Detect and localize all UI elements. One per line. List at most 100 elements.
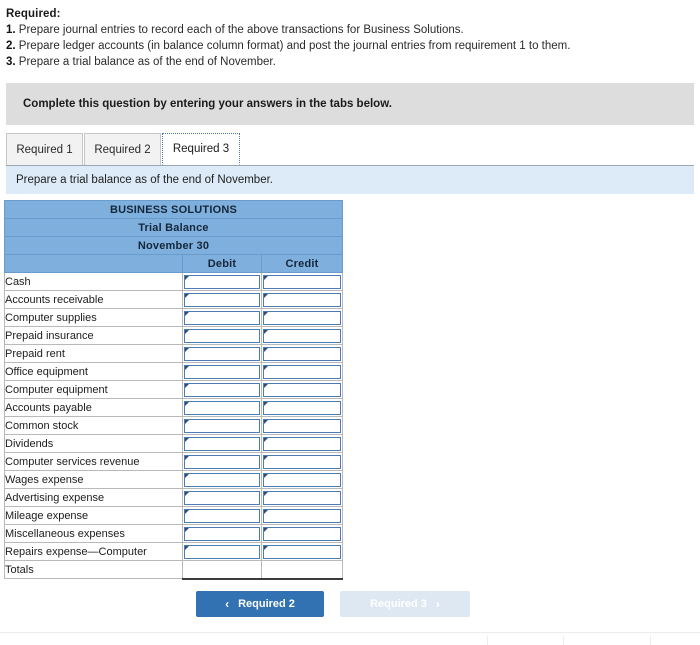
table-row: Accounts payable — [4, 398, 343, 417]
debit-entry-cell[interactable] — [182, 506, 262, 525]
credit-entry-cell[interactable] — [261, 524, 343, 543]
next-required-3-label: Required 3 — [370, 598, 427, 610]
debit-entry-cell[interactable] — [182, 290, 262, 309]
prev-required-2-button[interactable]: ‹ Required 2 — [196, 591, 324, 617]
debit-entry-cell[interactable] — [182, 434, 262, 453]
credit-entry-cell[interactable] — [261, 416, 343, 435]
tab-required-3[interactable]: Required 3 — [162, 133, 240, 165]
credit-entry-cell[interactable] — [261, 272, 343, 291]
account-name-cell: Computer supplies — [4, 308, 183, 327]
debit-entry-cell[interactable] — [182, 308, 262, 327]
credit-input[interactable] — [263, 472, 341, 487]
debit-entry-cell[interactable] — [182, 416, 262, 435]
credit-input[interactable] — [263, 274, 341, 289]
sub-instruction-bar: Prepare a trial balance as of the end of… — [6, 166, 694, 194]
navigation-row: ‹ Required 2 Required 3 › — [0, 591, 700, 617]
debit-input[interactable] — [184, 508, 260, 523]
credit-entry-cell[interactable] — [261, 362, 343, 381]
debit-entry-cell[interactable] — [182, 542, 262, 561]
credit-input[interactable] — [263, 490, 341, 505]
debit-entry-cell[interactable] — [182, 380, 262, 399]
debit-entry-cell[interactable] — [182, 362, 262, 381]
credit-entry-cell[interactable] — [261, 434, 343, 453]
debit-input[interactable] — [184, 292, 260, 307]
requirement-text-1: Prepare journal entries to record each o… — [18, 24, 464, 36]
debit-input[interactable] — [184, 328, 260, 343]
debit-entry-cell[interactable] — [182, 398, 262, 417]
credit-input[interactable] — [263, 364, 341, 379]
debit-input[interactable] — [184, 346, 260, 361]
table-row: Prepaid rent — [4, 344, 343, 363]
debit-input[interactable] — [184, 526, 260, 541]
statement-name-cell: Trial Balance — [4, 218, 343, 237]
account-name-cell: Wages expense — [4, 470, 183, 489]
debit-input[interactable] — [184, 310, 260, 325]
table-row: Wages expense — [4, 470, 343, 489]
credit-entry-cell[interactable] — [261, 308, 343, 327]
table-row: Computer supplies — [4, 308, 343, 327]
debit-entry-cell[interactable] — [182, 524, 262, 543]
requirements-heading: Required: — [6, 8, 61, 20]
requirement-number-3: 3. — [6, 56, 16, 68]
credit-input[interactable] — [263, 526, 341, 541]
debit-input[interactable] — [184, 472, 260, 487]
requirements-block: Required: 1. Prepare journal entries to … — [0, 0, 700, 70]
debit-input[interactable] — [184, 418, 260, 433]
debit-input[interactable] — [184, 274, 260, 289]
credit-input[interactable] — [263, 292, 341, 307]
debit-entry-cell[interactable] — [182, 488, 262, 507]
table-row: Advertising expense — [4, 488, 343, 507]
debit-input[interactable] — [184, 544, 260, 559]
debit-entry-cell[interactable] — [182, 326, 262, 345]
tab-required-1-label: Required 1 — [16, 143, 73, 156]
trial-balance-container: BUSINESS SOLUTIONS Trial Balance Novembe… — [4, 200, 343, 580]
tab-strip: Required 1 Required 2 Required 3 — [6, 133, 694, 166]
credit-input[interactable] — [263, 436, 341, 451]
debit-input[interactable] — [184, 382, 260, 397]
debit-entry-cell[interactable] — [182, 470, 262, 489]
requirement-number-2: 2. — [6, 40, 16, 52]
requirement-text-3: Prepare a trial balance as of the end of… — [18, 56, 276, 68]
sub-instruction-text: Prepare a trial balance as of the end of… — [16, 174, 273, 186]
credit-input[interactable] — [263, 328, 341, 343]
credit-entry-cell[interactable] — [261, 380, 343, 399]
credit-entry-cell[interactable] — [261, 506, 343, 525]
credit-input[interactable] — [263, 454, 341, 469]
requirement-item-1: 1. Prepare journal entries to record eac… — [6, 23, 694, 38]
table-row: Cash — [4, 272, 343, 291]
debit-input[interactable] — [184, 490, 260, 505]
chevron-right-icon: › — [435, 597, 440, 611]
credit-entry-cell[interactable] — [261, 542, 343, 561]
credit-entry-cell[interactable] — [261, 452, 343, 471]
credit-input[interactable] — [263, 400, 341, 415]
credit-column-header: Credit — [261, 254, 343, 273]
credit-input[interactable] — [263, 418, 341, 433]
table-row: Prepaid insurance — [4, 326, 343, 345]
account-name-cell: Dividends — [4, 434, 183, 453]
debit-input[interactable] — [184, 364, 260, 379]
debit-entry-cell[interactable] — [182, 344, 262, 363]
tab-required-1[interactable]: Required 1 — [6, 133, 83, 165]
debit-entry-cell[interactable] — [182, 452, 262, 471]
credit-entry-cell[interactable] — [261, 326, 343, 345]
table-title-row-2: Trial Balance — [4, 218, 343, 237]
credit-input[interactable] — [263, 508, 341, 523]
credit-entry-cell[interactable] — [261, 470, 343, 489]
table-column-header-row: Debit Credit — [4, 254, 343, 273]
requirement-item-2: 2. Prepare ledger accounts (in balance c… — [6, 39, 694, 54]
tab-required-2-label: Required 2 — [94, 143, 151, 156]
debit-input[interactable] — [184, 436, 260, 451]
credit-input[interactable] — [263, 544, 341, 559]
credit-entry-cell[interactable] — [261, 290, 343, 309]
credit-entry-cell[interactable] — [261, 344, 343, 363]
debit-entry-cell[interactable] — [182, 272, 262, 291]
credit-input[interactable] — [263, 310, 341, 325]
credit-input[interactable] — [263, 346, 341, 361]
account-name-cell: Mileage expense — [4, 506, 183, 525]
credit-entry-cell[interactable] — [261, 398, 343, 417]
debit-input[interactable] — [184, 400, 260, 415]
credit-input[interactable] — [263, 382, 341, 397]
credit-entry-cell[interactable] — [261, 488, 343, 507]
debit-input[interactable] — [184, 454, 260, 469]
tab-required-2[interactable]: Required 2 — [84, 133, 161, 165]
